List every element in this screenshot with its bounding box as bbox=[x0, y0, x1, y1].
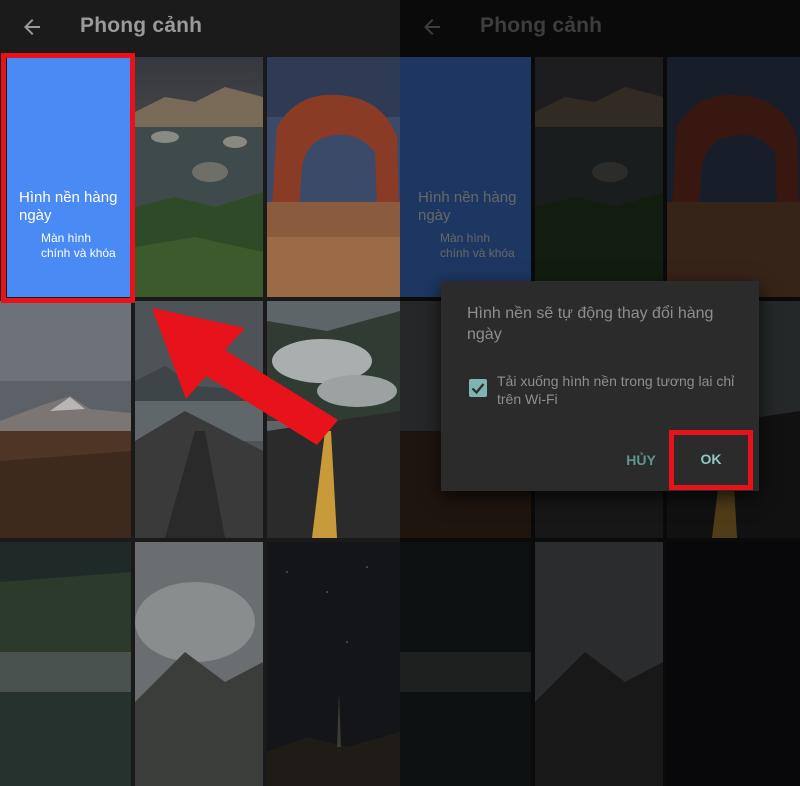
wifi-only-checkbox[interactable] bbox=[469, 379, 487, 397]
misty-mountains-image bbox=[135, 542, 263, 786]
wallpaper-tile-night-sky[interactable] bbox=[267, 542, 400, 786]
lake-image bbox=[135, 57, 263, 297]
forest-lake-image bbox=[0, 542, 131, 786]
red-arrow-icon bbox=[152, 308, 338, 445]
cancel-button[interactable]: HỦY bbox=[611, 446, 671, 474]
desert-mountain-image bbox=[0, 301, 131, 538]
arch-image bbox=[267, 57, 400, 297]
wallpaper-tile-arch[interactable] bbox=[267, 57, 400, 297]
dialog-title: Hình nền sẽ tự động thay đổi hàng ngày bbox=[467, 305, 714, 343]
wifi-only-label: Tải xuống hình nền trong tương lai chỉ t… bbox=[497, 373, 735, 407]
wallpaper-tile-forest-lake[interactable] bbox=[0, 542, 131, 786]
night-sky-image bbox=[267, 542, 400, 786]
checkmark-icon bbox=[471, 383, 485, 395]
screen-left: Phong cảnh Hình nền hàng ngày Màn hình c… bbox=[0, 0, 400, 786]
app-bar: Phong cảnh bbox=[0, 0, 400, 54]
back-icon[interactable] bbox=[20, 15, 44, 39]
screen-right: Phong cảnh Hình nền hàng ngày Màn hình c… bbox=[400, 0, 800, 786]
wallpaper-tile-desert-mountain[interactable] bbox=[0, 301, 131, 538]
stage: Phong cảnh Hình nền hàng ngày Màn hình c… bbox=[0, 0, 800, 786]
wallpaper-tile-misty-mountains[interactable] bbox=[135, 542, 263, 786]
daily-wallpaper-dialog: Hình nền sẽ tự động thay đổi hàng ngày T… bbox=[441, 281, 759, 491]
wallpaper-tile-lake[interactable] bbox=[135, 57, 263, 297]
page-title: Phong cảnh bbox=[80, 14, 203, 37]
highlight-daily-tile bbox=[1, 53, 135, 303]
highlight-ok-button bbox=[669, 430, 753, 490]
